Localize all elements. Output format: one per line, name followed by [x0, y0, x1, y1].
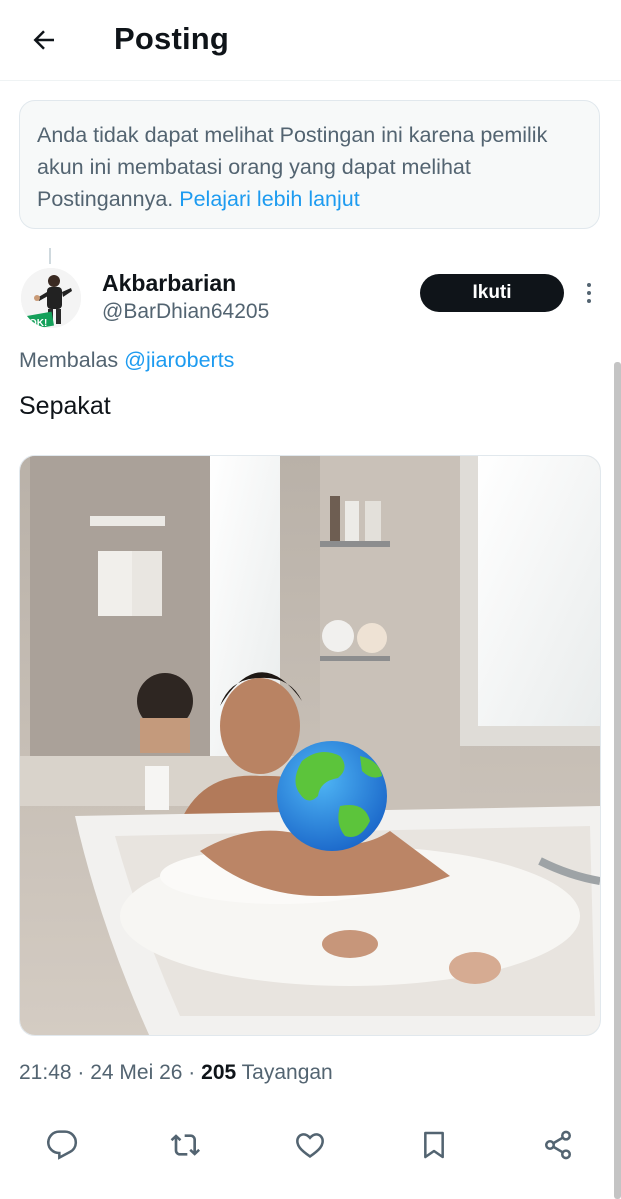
replying-to-label: Membalas: [19, 348, 119, 372]
more-options-icon[interactable]: [578, 280, 600, 306]
post-image[interactable]: [19, 455, 601, 1036]
learn-more-link[interactable]: Pelajari lebih lanjut: [179, 187, 359, 211]
restricted-notice: Anda tidak dapat melihat Postingan ini k…: [19, 100, 600, 229]
replying-to-handle[interactable]: @jiaroberts: [124, 348, 234, 372]
arrow-left-icon: [33, 30, 54, 50]
views-count: 205: [201, 1061, 237, 1084]
avatar[interactable]: OK!: [21, 268, 81, 328]
back-button[interactable]: [22, 18, 66, 62]
bookmark-icon: [424, 1131, 444, 1159]
share-icon: [545, 1130, 571, 1160]
post-text: Sepakat: [19, 392, 111, 420]
reply-icon: [46, 1130, 78, 1160]
follow-button[interactable]: Ikuti: [420, 274, 564, 312]
avatar-image: OK!: [21, 268, 81, 328]
action-bar: [0, 1122, 621, 1168]
repost-button[interactable]: [163, 1122, 209, 1168]
reply-button[interactable]: [39, 1122, 85, 1168]
author-handle[interactable]: @BarDhian64205: [102, 300, 269, 324]
bathroom-photo: [20, 456, 600, 1035]
page-title: Posting: [114, 21, 230, 56]
thread-connector: [49, 248, 51, 264]
scrollbar[interactable]: [614, 362, 621, 1199]
avatar-badge-text: OK!: [29, 318, 47, 328]
bookmark-button[interactable]: [411, 1122, 457, 1168]
share-button[interactable]: [535, 1122, 581, 1168]
post-date: 24 Mei 26: [90, 1061, 183, 1084]
like-button[interactable]: [287, 1122, 333, 1168]
top-bar: Posting: [0, 0, 621, 81]
repost-icon: [170, 1134, 200, 1156]
replying-to: Membalas @jiaroberts: [19, 348, 234, 373]
post-meta: 21:48 · 24 Mei 26 · 205 Tayangan: [19, 1061, 333, 1084]
author-name[interactable]: Akbarbarian: [102, 270, 236, 297]
views-label: Tayangan: [241, 1061, 333, 1084]
post-time: 21:48: [19, 1061, 72, 1084]
heart-icon: [296, 1133, 324, 1159]
